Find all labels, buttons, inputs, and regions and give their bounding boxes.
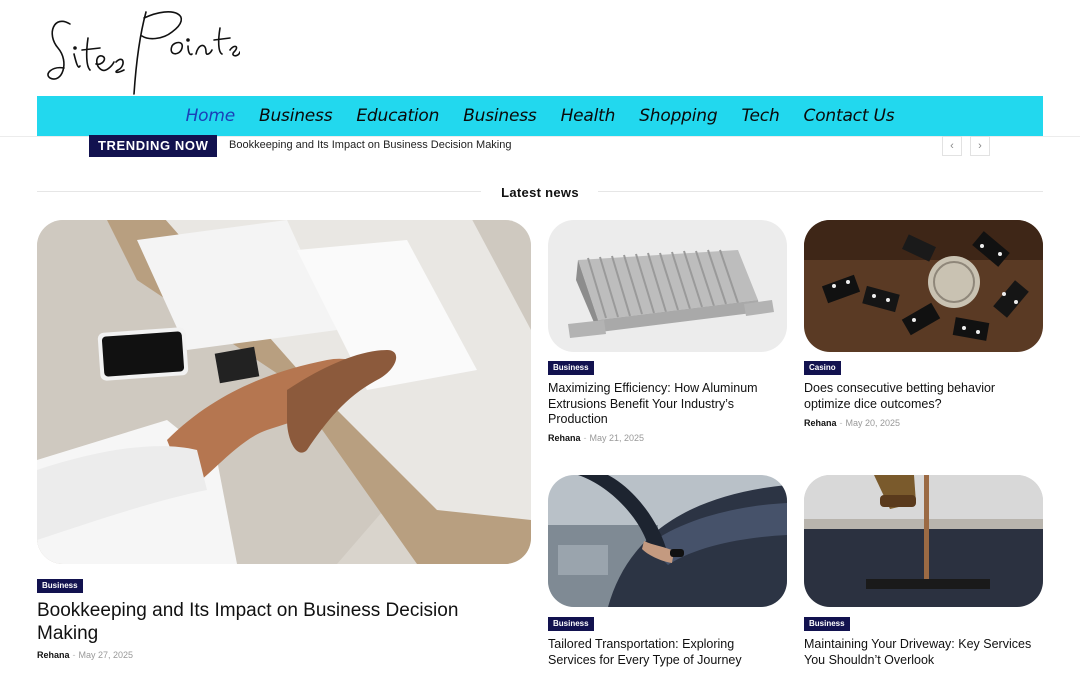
- chevron-right-icon[interactable]: ›: [970, 136, 990, 156]
- post-title[interactable]: Does consecutive betting behavior optimi…: [804, 381, 1029, 412]
- post-category-badge[interactable]: Casino: [804, 361, 841, 375]
- post-author[interactable]: Rehana: [548, 433, 581, 443]
- trending-controls: ‹ ›: [942, 136, 990, 156]
- main-nav: Home Business Education Business Health …: [37, 96, 1043, 136]
- featured-author[interactable]: Rehana: [37, 650, 70, 660]
- nav-home[interactable]: Home: [174, 106, 247, 126]
- nav-business[interactable]: Business: [247, 106, 344, 126]
- post-image-driveway[interactable]: [804, 475, 1043, 607]
- post-date: May 20, 2025: [845, 418, 901, 428]
- featured-title[interactable]: Bookkeeping and Its Impact on Business D…: [37, 599, 517, 645]
- trending-headline[interactable]: Bookkeeping and Its Impact on Business D…: [229, 139, 512, 151]
- featured-category-badge[interactable]: Business: [37, 579, 83, 593]
- nav-education[interactable]: Education: [344, 106, 451, 126]
- trending-badge: TRENDING NOW: [89, 135, 218, 157]
- nav-contact-us[interactable]: Contact Us: [792, 106, 907, 126]
- nav-business-2[interactable]: Business: [451, 106, 548, 126]
- post-category-badge[interactable]: Business: [548, 361, 594, 375]
- featured-image[interactable]: [37, 220, 531, 564]
- nav-tech[interactable]: Tech: [729, 106, 791, 126]
- post-image-aluminum[interactable]: [548, 220, 787, 352]
- featured-date: May 27, 2025: [78, 650, 134, 660]
- post-meta: Rehana - May 20, 2025: [804, 418, 901, 428]
- post-image-dominoes[interactable]: [804, 220, 1043, 352]
- post-title[interactable]: Maximizing Efficiency: How Aluminum Extr…: [548, 381, 773, 428]
- section-title: Latest news: [501, 185, 579, 200]
- featured-meta: Rehana - May 27, 2025: [37, 650, 134, 660]
- post-author[interactable]: Rehana: [804, 418, 837, 428]
- post-date: May 21, 2025: [589, 433, 645, 443]
- post-title[interactable]: Maintaining Your Driveway: Key Services …: [804, 637, 1039, 668]
- post-category-badge[interactable]: Business: [548, 617, 594, 631]
- nav-shopping[interactable]: Shopping: [627, 106, 729, 126]
- site-logo[interactable]: [44, 4, 240, 96]
- post-image-car[interactable]: [548, 475, 787, 607]
- chevron-left-icon[interactable]: ‹: [942, 136, 962, 156]
- post-title[interactable]: Tailored Transportation: Exploring Servi…: [548, 637, 773, 668]
- post-meta: Rehana - May 21, 2025: [548, 433, 645, 443]
- post-category-badge[interactable]: Business: [804, 617, 850, 631]
- nav-health[interactable]: Health: [549, 106, 628, 126]
